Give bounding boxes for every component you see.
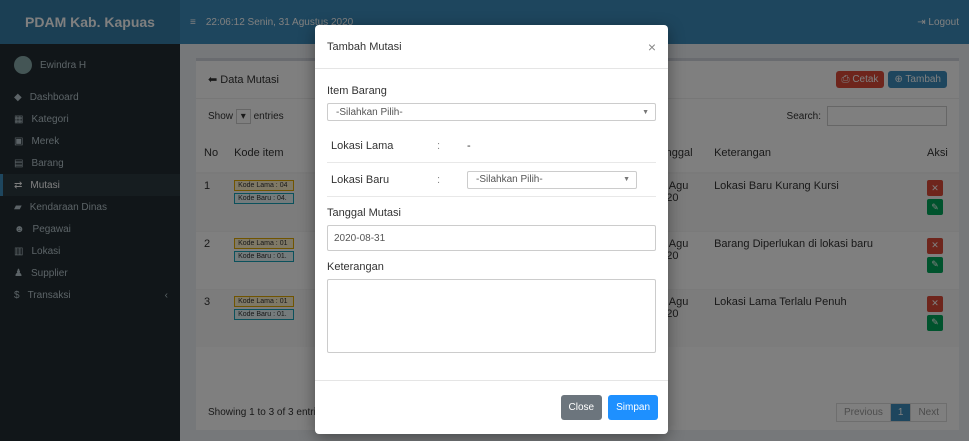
close-button[interactable]: Close: [560, 395, 603, 420]
modal-title: Tambah Mutasi: [327, 40, 402, 53]
keterangan-label: Keterangan: [327, 261, 384, 273]
modal-header: Tambah Mutasi ×: [315, 25, 668, 69]
lokasi-baru-select[interactable]: -Silahkan Pilih- ▼: [467, 170, 637, 189]
chevron-down-icon: ▼: [623, 176, 630, 183]
keterangan-textarea[interactable]: [327, 279, 656, 353]
modal-body: Item Barang -Silahkan Pilih- ▼ Lokasi La…: [315, 69, 668, 363]
lokasi-lama-value: -: [467, 139, 471, 152]
item-barang-select[interactable]: -Silahkan Pilih- ▼: [327, 103, 656, 121]
close-icon[interactable]: ×: [648, 39, 656, 55]
tanggal-mutasi-input[interactable]: 2020-08-31: [327, 225, 656, 251]
save-button[interactable]: Simpan: [608, 395, 658, 420]
tambah-mutasi-modal: Tambah Mutasi × Item Barang -Silahkan Pi…: [315, 25, 668, 434]
tanggal-mutasi-label: Tanggal Mutasi: [327, 207, 401, 219]
chevron-down-icon: ▼: [642, 108, 649, 116]
lokasi-lama-row: Lokasi Lama : -: [327, 129, 656, 163]
lokasi-baru-row: Lokasi Baru : -Silahkan Pilih- ▼: [327, 163, 656, 197]
item-barang-label: Item Barang: [327, 85, 387, 97]
modal-footer: Close Simpan: [315, 380, 668, 434]
lokasi-lama-label: Lokasi Lama: [331, 139, 394, 152]
lokasi-baru-label: Lokasi Baru: [331, 173, 390, 186]
